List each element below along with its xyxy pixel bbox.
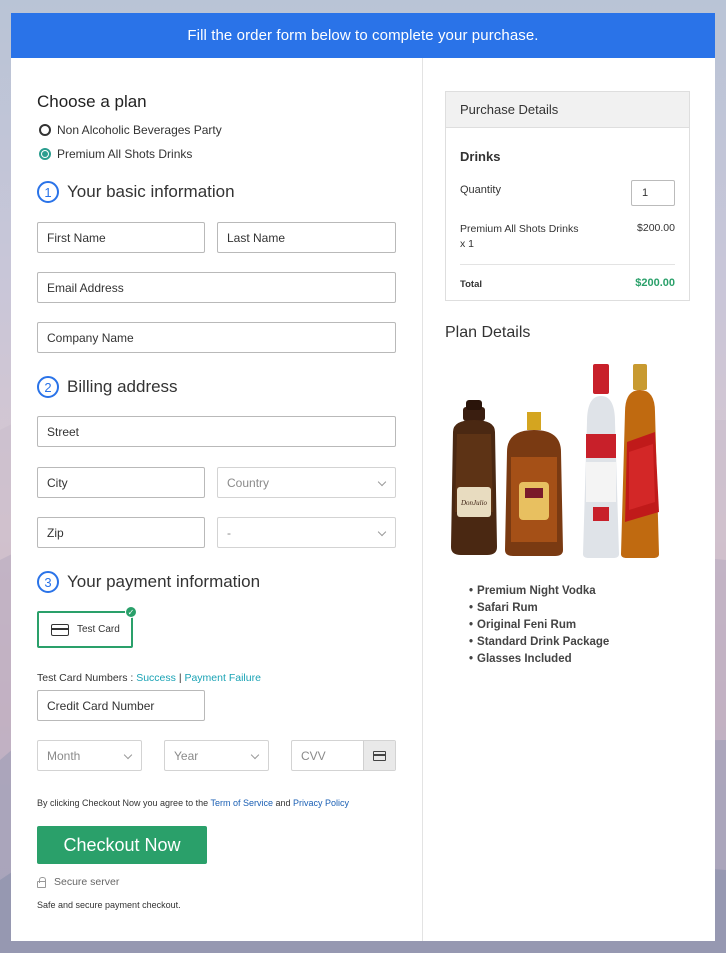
success-link[interactable]: Success bbox=[136, 672, 176, 684]
agreement-prefix: By clicking Checkout Now you agree to th… bbox=[37, 798, 209, 808]
payment-failure-link[interactable]: Payment Failure bbox=[184, 672, 260, 684]
check-icon: ✓ bbox=[125, 606, 137, 618]
safe-checkout-text: Safe and secure payment checkout. bbox=[37, 900, 181, 910]
month-select-value: Month bbox=[47, 748, 81, 763]
country-select[interactable]: Country bbox=[217, 467, 396, 498]
chevron-down-icon bbox=[250, 750, 260, 760]
billing-heading: 2 Billing address bbox=[37, 376, 178, 398]
cvv-placeholder: CVV bbox=[301, 748, 326, 763]
checkout-button[interactable]: Checkout Now bbox=[37, 826, 207, 864]
form-column: Choose a plan Non Alcoholic Beverages Pa… bbox=[11, 58, 423, 941]
radio-selected-icon[interactable] bbox=[39, 148, 51, 160]
state-select[interactable]: - bbox=[217, 517, 396, 548]
step-number-1: 1 bbox=[37, 181, 59, 203]
quantity-input[interactable]: 1 bbox=[631, 180, 675, 206]
city-field[interactable]: City bbox=[37, 467, 205, 498]
list-item: Premium Night Vodka bbox=[469, 583, 609, 600]
total-label: Total bbox=[460, 279, 482, 290]
liquor-bottles-image: DonJulio bbox=[451, 364, 659, 558]
plan-details-heading: Plan Details bbox=[445, 324, 531, 341]
chevron-down-icon bbox=[377, 477, 387, 487]
country-select-value: Country bbox=[227, 475, 270, 490]
list-item: Glasses Included bbox=[469, 651, 609, 668]
list-item: Safari Rum bbox=[469, 600, 609, 617]
plan-option-non-alcoholic[interactable]: Non Alcoholic Beverages Party bbox=[39, 123, 222, 137]
secure-server: Secure server bbox=[37, 876, 119, 888]
choose-plan-heading: Choose a plan bbox=[37, 92, 147, 111]
chevron-down-icon bbox=[123, 750, 133, 760]
plan-option-premium[interactable]: Premium All Shots Drinks bbox=[39, 147, 192, 161]
test-card-option[interactable]: Test Card ✓ bbox=[37, 606, 137, 648]
year-select-value: Year bbox=[174, 748, 199, 763]
first-name-field[interactable]: First Name bbox=[37, 222, 205, 253]
item-price: $200.00 bbox=[637, 222, 675, 234]
top-banner: Fill the order form below to complete yo… bbox=[11, 13, 715, 58]
plan-features-list: Premium Night Vodka Safari Rum Original … bbox=[469, 583, 609, 668]
order-form-card: Choose a plan Non Alcoholic Beverages Pa… bbox=[11, 58, 715, 941]
link-separator: | bbox=[178, 672, 182, 684]
purchase-details-box: Purchase Details Drinks Quantity 1 Premi… bbox=[445, 91, 690, 301]
plan-option-label: Non Alcoholic Beverages Party bbox=[57, 123, 222, 137]
test-card-label: Test Card bbox=[77, 624, 120, 635]
terms-link[interactable]: Term of Service bbox=[210, 798, 273, 808]
secure-server-label: Secure server bbox=[54, 876, 120, 888]
divider bbox=[460, 264, 675, 265]
lock-icon bbox=[37, 876, 46, 888]
line-item-name: Premium All Shots Drinks x 1 bbox=[460, 222, 600, 252]
step-number-2: 2 bbox=[37, 376, 59, 398]
street-field[interactable]: Street bbox=[37, 416, 396, 447]
total-value: $200.00 bbox=[635, 277, 675, 289]
list-item: Standard Drink Package bbox=[469, 634, 609, 651]
agreement-and: and bbox=[275, 798, 291, 808]
item-qty: x 1 bbox=[460, 238, 475, 250]
zip-field[interactable]: Zip bbox=[37, 517, 205, 548]
test-card-numbers: Test Card Numbers : Success | Payment Fa… bbox=[37, 672, 261, 684]
item-name: Premium All Shots Drinks bbox=[460, 223, 579, 235]
list-item: Original Feni Rum bbox=[469, 617, 609, 634]
payment-title: Your payment information bbox=[67, 572, 261, 591]
company-field[interactable]: Company Name bbox=[37, 322, 396, 353]
test-card-numbers-label: Test Card Numbers : bbox=[37, 672, 134, 684]
year-select[interactable]: Year bbox=[164, 740, 269, 771]
summary-column: Purchase Details Drinks Quantity 1 Premi… bbox=[423, 58, 715, 941]
payment-heading: 3 Your payment information bbox=[37, 571, 260, 593]
plan-option-label: Premium All Shots Drinks bbox=[57, 147, 193, 161]
radio-unselected-icon[interactable] bbox=[39, 124, 51, 136]
month-select[interactable]: Month bbox=[37, 740, 142, 771]
billing-title: Billing address bbox=[67, 377, 178, 396]
credit-card-number-field[interactable]: Credit Card Number bbox=[37, 690, 205, 721]
banner-text: Fill the order form below to complete yo… bbox=[187, 27, 539, 44]
agreement-text: By clicking Checkout Now you agree to th… bbox=[37, 798, 349, 808]
svg-text:DonJulio: DonJulio bbox=[460, 499, 488, 507]
cvv-field[interactable]: CVV bbox=[291, 740, 396, 771]
credit-card-icon bbox=[51, 623, 69, 636]
chevron-down-icon bbox=[377, 527, 387, 537]
purchase-section-title: Drinks bbox=[460, 149, 501, 164]
step-number-3: 3 bbox=[37, 571, 59, 593]
cvv-card-icon bbox=[363, 741, 395, 770]
email-field[interactable]: Email Address bbox=[37, 272, 396, 303]
privacy-link[interactable]: Privacy Policy bbox=[293, 798, 349, 808]
basic-info-heading: 1 Your basic information bbox=[37, 181, 235, 203]
last-name-field[interactable]: Last Name bbox=[217, 222, 396, 253]
quantity-label: Quantity bbox=[460, 184, 501, 196]
basic-info-title: Your basic information bbox=[67, 182, 235, 201]
state-select-value: - bbox=[227, 525, 231, 540]
purchase-details-header: Purchase Details bbox=[446, 92, 689, 128]
